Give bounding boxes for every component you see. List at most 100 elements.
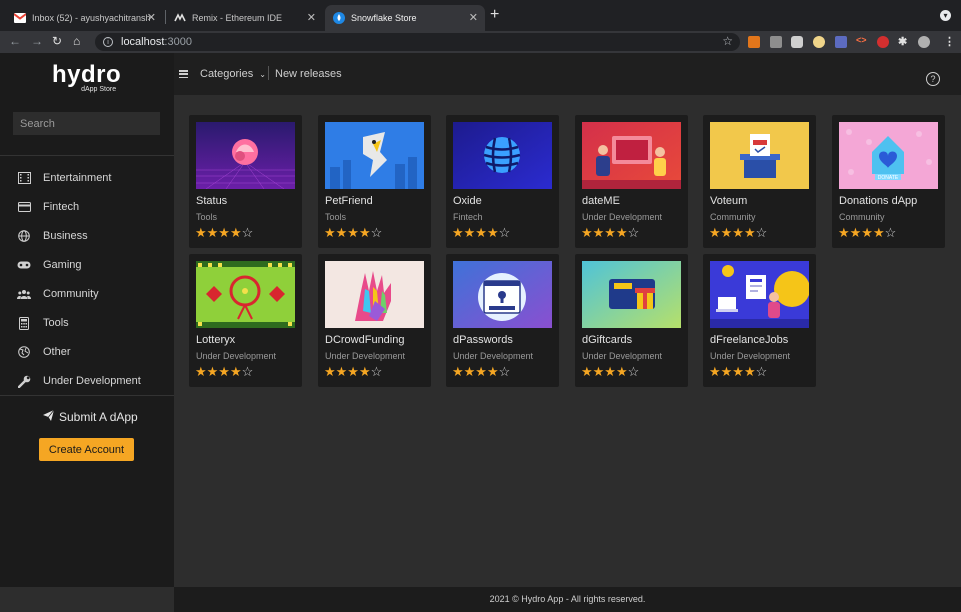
bookmark-star-icon[interactable]: ☆ <box>722 34 733 48</box>
code-extension-icon[interactable]: <> <box>856 35 867 45</box>
app-category: Tools <box>325 212 347 222</box>
globe-alt-icon <box>17 345 31 359</box>
app-name: PetFriend <box>325 195 373 207</box>
camera-extension-icon[interactable] <box>791 36 803 48</box>
tab-search-icon[interactable]: ▾ <box>940 10 951 21</box>
sidebar-item-under-development[interactable]: Under Development <box>0 367 174 395</box>
browser-toolbar: ← → ↻ ⌂ i localhost:3000 ☆ <> ✱ ⋮ <box>0 31 961 53</box>
profile-avatar[interactable] <box>918 36 930 48</box>
tab-remix[interactable]: Remix - Ethereum IDE ✕ <box>166 5 323 31</box>
app-card-dpasswords[interactable]: dPasswords Under Development ★★★★☆ <box>446 254 559 387</box>
card-icon <box>17 200 31 214</box>
rating-stars: ★★★★☆ <box>452 225 511 240</box>
app-card-dfreelancejobs[interactable]: dFreelanceJobs Under Development ★★★★☆ <box>703 254 816 387</box>
app-card-lotteryx[interactable]: Lotteryx Under Development ★★★★☆ <box>189 254 302 387</box>
categories-label: Categories <box>200 68 254 80</box>
sidebar-item-label: Community <box>43 288 99 300</box>
rating-stars: ★★★★☆ <box>452 364 511 379</box>
app-name: Oxide <box>453 195 482 207</box>
info-icon[interactable]: i <box>103 37 113 47</box>
close-icon[interactable]: ✕ <box>469 11 478 24</box>
app-category: Under Development <box>325 351 406 361</box>
sidebar-item-gaming[interactable]: Gaming <box>0 251 174 279</box>
app-thumbnail <box>582 122 681 189</box>
app-thumbnail <box>453 122 552 189</box>
app-card-voteum[interactable]: Voteum Community ★★★★☆ <box>703 115 816 248</box>
app-card-petfriend[interactable]: PetFriend Tools ★★★★☆ <box>318 115 431 248</box>
rating-stars: ★★★★☆ <box>195 225 254 240</box>
sidebar-item-entertainment[interactable]: Entertainment <box>0 164 174 192</box>
kebab-menu-icon[interactable]: ⋮ <box>944 35 955 48</box>
sidebar-item-other[interactable]: Other <box>0 338 174 366</box>
forward-icon[interactable]: → <box>31 34 43 48</box>
new-tab-icon[interactable]: + <box>490 6 499 24</box>
app-name: dGiftcards <box>582 334 633 346</box>
gamepad-icon <box>17 258 31 272</box>
logo-text: hydro <box>52 61 122 88</box>
search-input[interactable] <box>13 112 160 135</box>
sidebar-item-tools[interactable]: Tools <box>0 309 174 337</box>
back-icon[interactable]: ← <box>9 34 21 48</box>
app-card-donations-dapp[interactable]: DONATE Donations dApp Community ★★★★☆ <box>832 115 945 248</box>
sidebar-item-fintech[interactable]: Fintech <box>0 193 174 221</box>
adblock-extension-icon[interactable] <box>877 36 889 48</box>
app-name: dateME <box>582 195 620 207</box>
close-icon[interactable]: ✕ <box>147 11 156 24</box>
paper-plane-icon <box>43 409 55 424</box>
create-account-button[interactable]: Create Account <box>39 438 134 461</box>
app-name: Status <box>196 195 228 207</box>
app-card-oxide[interactable]: Oxide Fintech ★★★★☆ <box>446 115 559 248</box>
chevron-down-icon: ⌄ <box>259 70 266 79</box>
help-icon[interactable]: ? <box>926 72 940 86</box>
app-category: Under Development <box>453 351 534 361</box>
app-category: Under Development <box>196 351 277 361</box>
extension-icon[interactable] <box>835 36 847 48</box>
app-card-dgiftcards[interactable]: dGiftcards Under Development ★★★★☆ <box>575 254 688 387</box>
sidebar-item-business[interactable]: Business <box>0 222 174 250</box>
logo-subtitle: dApp Store <box>81 86 117 93</box>
address-bar[interactable]: i localhost:3000 ☆ <box>95 33 740 51</box>
gmail-icon <box>14 12 26 24</box>
divider <box>0 155 174 156</box>
app-name: DCrowdFunding <box>325 334 405 346</box>
sidebar-item-community[interactable]: Community <box>0 280 174 308</box>
app-name: Lotteryx <box>196 334 236 346</box>
hydro-logo[interactable]: hydro dApp Store <box>52 61 122 94</box>
close-icon[interactable]: ✕ <box>307 11 316 24</box>
tab-title: Remix - Ethereum IDE <box>192 13 283 23</box>
app-card-status[interactable]: Status Tools ★★★★☆ <box>189 115 302 248</box>
tab-title: Inbox (52) - ayushyachitransh <box>32 13 150 23</box>
app-thumbnail <box>196 261 295 328</box>
app-category: Community <box>839 212 885 222</box>
sidebar-item-label: Under Development <box>43 375 141 387</box>
tab-snowflake-store[interactable]: Snowflake Store ✕ <box>325 5 485 31</box>
reload-icon[interactable]: ↻ <box>52 34 62 48</box>
app-card-dcrowdfunding[interactable]: DCrowdFunding Under Development ★★★★☆ <box>318 254 431 387</box>
rating-stars: ★★★★☆ <box>709 225 768 240</box>
app-name: dFreelanceJobs <box>710 334 789 346</box>
sidebar-item-label: Fintech <box>43 201 80 213</box>
extension-icon[interactable] <box>770 36 782 48</box>
app-thumbnail: DONATE <box>839 122 938 189</box>
home-icon[interactable]: ⌂ <box>73 34 80 48</box>
app-thumbnail <box>582 261 681 328</box>
sidebar-item-label: Entertainment <box>43 172 112 184</box>
metamask-extension-icon[interactable] <box>748 36 760 48</box>
new-releases-link[interactable]: New releases <box>275 68 342 80</box>
app-thumbnail <box>325 122 424 189</box>
sidebar-item-label: Tools <box>43 317 69 329</box>
globe-icon <box>17 229 31 243</box>
categories-dropdown[interactable]: Categories ⌄ <box>200 68 266 80</box>
hamburger-menu-icon[interactable] <box>179 70 188 79</box>
extension-icon[interactable] <box>813 36 825 48</box>
sidebar: hydro dApp Store Entertainment Fintech B… <box>0 53 174 587</box>
app-category: Fintech <box>453 212 483 222</box>
submit-dapp-link[interactable]: Submit A dApp <box>43 409 138 424</box>
app-thumbnail <box>710 261 809 328</box>
browser-tab-bar: Inbox (52) - ayushyachitransh ✕ Remix - … <box>0 0 961 31</box>
app-name: Donations dApp <box>839 195 918 207</box>
footer: 2021 © Hydro App - All rights reserved. <box>174 587 961 612</box>
puzzle-icon[interactable]: ✱ <box>898 35 907 48</box>
app-card-dateme[interactable]: dateME Under Development ★★★★☆ <box>575 115 688 248</box>
tab-gmail[interactable]: Inbox (52) - ayushyachitransh ✕ <box>6 5 163 31</box>
